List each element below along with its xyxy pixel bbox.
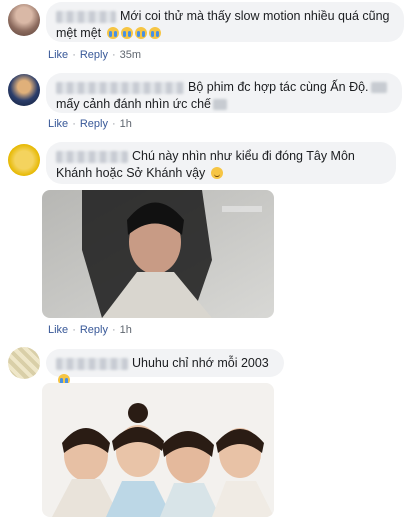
author-name-redacted[interactable]: [56, 357, 128, 370]
like-button[interactable]: Like: [48, 324, 68, 336]
photo-image: [42, 383, 274, 517]
comment-actions: Like · Reply · 35m: [48, 49, 142, 61]
redacted-word: [213, 99, 227, 111]
avatar[interactable]: [8, 74, 40, 106]
crying-face-icon: [148, 27, 161, 39]
avatar[interactable]: [8, 144, 40, 176]
avatar[interactable]: [8, 347, 40, 379]
photo-image: [42, 190, 274, 318]
attached-photo[interactable]: [42, 190, 274, 318]
author-name-redacted[interactable]: [56, 150, 128, 163]
reply-button[interactable]: Reply: [80, 324, 108, 336]
timestamp[interactable]: 35m: [120, 49, 141, 61]
avatar[interactable]: [8, 4, 40, 36]
like-button[interactable]: Like: [48, 49, 68, 61]
reply-button[interactable]: Reply: [80, 118, 108, 130]
timestamp[interactable]: 1h: [120, 118, 132, 130]
crying-face-icon: [134, 27, 147, 39]
attached-photo[interactable]: [42, 383, 274, 517]
comment-bubble: Uhuhu chỉ nhớ mỗi 2003: [46, 349, 284, 386]
redacted-word: [370, 82, 387, 94]
author-name-redacted[interactable]: [56, 81, 184, 94]
comment-bubble: Chú này nhìn như kiểu đi đóng Tây Môn Kh…: [46, 142, 396, 184]
comment-bubble: Bộ phim đc hợp tác cùng Ấn Độ. mấy cảnh đ…: [46, 73, 402, 113]
comment-actions: Like · Reply · 1h: [48, 118, 132, 130]
upside-down-smile-icon: [210, 167, 223, 179]
comment-actions: Like · Reply · 1h: [48, 324, 132, 336]
comment-bubble: Mới coi thử mà thấy slow motion nhiều qu…: [46, 2, 404, 42]
comment-text-b: mấy cảnh đánh nhìn ức chế: [56, 97, 211, 111]
crying-face-icon: [106, 27, 119, 39]
comment-text-a: Bộ phim đc hợp tác cùng Ấn Độ.: [188, 80, 369, 94]
like-button[interactable]: Like: [48, 118, 68, 130]
comment-text: Uhuhu chỉ nhớ mỗi 2003: [132, 356, 269, 370]
timestamp[interactable]: 1h: [120, 324, 132, 336]
reply-button[interactable]: Reply: [80, 49, 108, 61]
crying-face-icon: [120, 27, 133, 39]
author-name-redacted[interactable]: [56, 10, 116, 23]
